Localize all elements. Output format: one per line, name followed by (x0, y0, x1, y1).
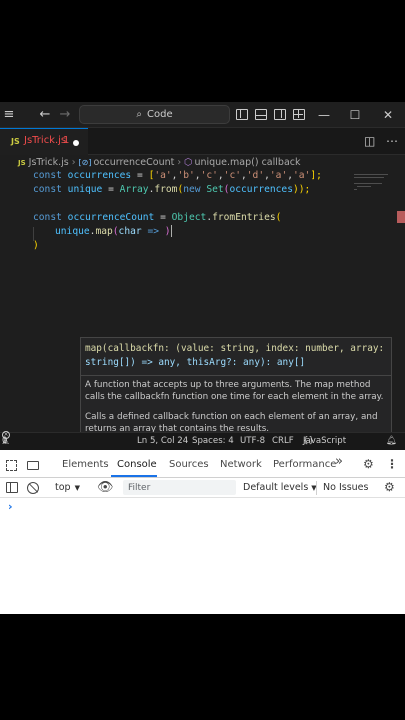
split-editor-icon[interactable]: ◫ (364, 134, 375, 148)
show-sidebar-icon[interactable] (6, 482, 18, 493)
text-cursor (170, 225, 172, 237)
customize-layout-icon[interactable] (293, 109, 305, 120)
issues-button[interactable]: No Issues (323, 481, 368, 495)
context-selector[interactable]: top ▼ (55, 481, 80, 495)
clear-console-icon[interactable] (27, 482, 39, 494)
tab-sources[interactable]: Sources (169, 457, 209, 473)
log-levels-label: Default levels (243, 482, 309, 493)
device-toolbar-icon[interactable] (27, 461, 39, 470)
toggle-primary-sidebar-icon[interactable] (236, 109, 248, 120)
console-output[interactable]: › (0, 498, 405, 614)
dropdown-arrow-icon: ▼ (74, 484, 80, 492)
more-actions-icon[interactable]: ⋯ (386, 134, 398, 148)
hover-doc-1: A function that accepts up to three argu… (85, 380, 384, 402)
minimize-icon[interactable]: — (314, 105, 334, 125)
menu-icon[interactable]: ≡ (0, 106, 18, 124)
tab-console[interactable]: Console (117, 457, 157, 473)
editor-tab-bar: JS JsTrick.js 1 ◫ ⋯ (0, 128, 405, 155)
line-ending[interactable]: CRLF (272, 433, 294, 450)
encoding[interactable]: UTF-8 (240, 433, 265, 450)
cursor-position[interactable]: Ln 5, Col 24 (137, 433, 188, 450)
hover-signature-line-1: map(callbackfn: (value: string, index: n… (85, 343, 385, 354)
notifications-bell-icon[interactable]: 🔔︎ (386, 433, 397, 450)
live-expression-eye-icon[interactable]: 👁︎ (97, 480, 114, 495)
tab-network[interactable]: Network (220, 457, 262, 473)
command-center-label: Code (147, 109, 173, 120)
command-center[interactable]: ⌕ Code (79, 105, 230, 124)
maximize-icon[interactable]: ☐ (345, 105, 365, 125)
console-settings-gear-icon[interactable]: ⚙ (384, 480, 395, 495)
tab-error-count: 1 (63, 135, 70, 146)
title-bar: ≡ ← → ⌕ Code — ☐ ✕ (0, 102, 405, 128)
console-prompt[interactable]: › (8, 501, 13, 513)
vscode-window: ≡ ← → ⌕ Code — ☐ ✕ JS JsTrick.js 1 ◫ ⋯ JS… (0, 102, 405, 450)
context-selector-label: top (55, 482, 71, 493)
log-levels-dropdown[interactable]: Default levels ▼ (243, 481, 317, 495)
status-bar: × 1 ⚠ 0 Ln 5, Col 24 Spaces: 4 UTF-8 CRL… (0, 431, 405, 450)
toggle-panel-icon[interactable] (255, 109, 267, 120)
tab-performance[interactable]: Performance (273, 457, 336, 473)
javascript-file-icon: JS (11, 137, 20, 146)
devtools-tab-bar: Elements Console Sources Network Perform… (0, 453, 405, 478)
hover-signature-line-2: string[]) => any, thisArg?: any): any[] (85, 357, 306, 368)
code-line-6: ) (33, 240, 39, 251)
console-toolbar: top▼ 👁︎ Default levels▼ No Issues ⚙ (0, 478, 405, 498)
toggle-secondary-sidebar-icon[interactable] (274, 109, 286, 120)
toolbar-divider (316, 481, 317, 495)
code-line-2: const unique = Array.from(new Set(occurr… (33, 184, 311, 195)
tab-jstrick[interactable]: JS JsTrick.js 1 (0, 128, 88, 155)
search-icon: ⌕ (136, 109, 142, 120)
settings-gear-icon[interactable]: ⚙ (363, 456, 374, 472)
code-line-1: const occurrences = ['a','b','c','c','d'… (33, 170, 322, 181)
more-tabs-icon[interactable]: » (335, 454, 343, 470)
warning-count: 0 (2, 436, 8, 446)
back-arrow-icon[interactable]: ← (36, 106, 54, 124)
scrollbar-error-marker[interactable] (397, 211, 405, 223)
forward-arrow-icon[interactable]: → (56, 106, 74, 124)
code-line-4: const occurrenceCount = Object.fromEntri… (33, 212, 282, 223)
inspect-element-icon[interactable] (6, 460, 17, 471)
indentation[interactable]: Spaces: 4 (192, 433, 234, 450)
javascript-file-icon: JS (18, 159, 26, 167)
tab-elements[interactable]: Elements (62, 457, 109, 473)
close-icon[interactable]: ✕ (378, 105, 398, 125)
hover-signature: map(callbackfn: (value: string, index: n… (85, 342, 389, 370)
tab-label: JsTrick.js (24, 135, 67, 146)
active-tab-indicator (111, 475, 157, 477)
devtools-panel: Elements Console Sources Network Perform… (0, 450, 405, 614)
hover-tooltip: map(callbackfn: (value: string, index: n… (80, 337, 392, 441)
unsaved-dot-icon[interactable] (73, 140, 79, 146)
code-line-5: unique.map(char => ) (55, 225, 172, 237)
hover-divider (81, 375, 391, 376)
console-filter-input[interactable] (123, 480, 236, 495)
minimap[interactable] (352, 171, 392, 201)
more-options-icon[interactable]: ⋮ (386, 456, 398, 472)
